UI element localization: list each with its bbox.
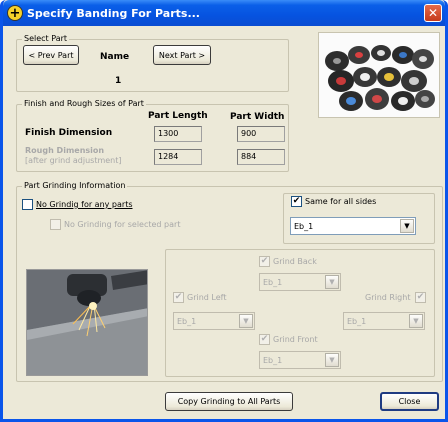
finish-dimension-label: Finish Dimension bbox=[25, 128, 113, 138]
grind-left-checkbox[interactable]: ✔ bbox=[173, 292, 184, 303]
grind-right-select[interactable]: Eb_1 ▼ bbox=[343, 312, 425, 330]
rough-dimension-note: [after grind adjustment] bbox=[25, 156, 122, 165]
copy-grinding-button[interactable]: Copy Grinding to All Parts bbox=[165, 392, 293, 411]
grinding-photo bbox=[26, 269, 148, 376]
grind-front-label: Grind Front bbox=[273, 335, 318, 344]
grinding-photo-graphic bbox=[27, 270, 147, 375]
prev-part-button[interactable]: < Prev Part bbox=[23, 45, 79, 65]
select-part-title: Select Part bbox=[22, 34, 70, 43]
grind-right-label: Grind Right bbox=[365, 293, 411, 302]
grind-front-value: Eb_1 bbox=[263, 355, 283, 365]
window-title: Specify Banding For Parts... bbox=[27, 6, 200, 20]
no-grind-any-checkbox[interactable] bbox=[22, 199, 33, 210]
chevron-down-icon[interactable]: ▼ bbox=[325, 275, 339, 289]
finish-length-field[interactable]: 1300 bbox=[154, 126, 202, 142]
part-number: 1 bbox=[115, 76, 122, 86]
close-window-button[interactable]: ✕ bbox=[424, 4, 442, 22]
app-icon: + bbox=[7, 5, 23, 21]
grind-left-select[interactable]: Eb_1 ▼ bbox=[173, 312, 255, 330]
grind-right-value: Eb_1 bbox=[347, 316, 367, 326]
grinding-title: Part Grinding Information bbox=[22, 181, 128, 190]
grind-front-checkbox[interactable]: ✔ bbox=[259, 334, 270, 345]
rough-dimension-label: Rough Dimension bbox=[25, 146, 105, 155]
name-label: Name bbox=[100, 52, 130, 62]
rough-width-field: 884 bbox=[237, 149, 285, 165]
chevron-down-icon[interactable]: ▼ bbox=[325, 353, 339, 367]
part-length-header: Part Length bbox=[148, 111, 208, 121]
no-grind-any-label[interactable]: No Grindig for any parts bbox=[36, 200, 133, 209]
chevron-down-icon[interactable]: ▼ bbox=[239, 314, 253, 328]
same-all-sides-checkbox[interactable]: ✔ bbox=[291, 196, 302, 207]
same-all-sides-value: Eb_1 bbox=[294, 221, 314, 231]
same-all-sides-label[interactable]: Same for all sides bbox=[305, 197, 376, 206]
close-button[interactable]: Close bbox=[380, 392, 439, 411]
sizes-title: Finish and Rough Sizes of Part bbox=[22, 99, 146, 108]
grind-back-label: Grind Back bbox=[273, 257, 317, 266]
title-bar[interactable]: + Specify Banding For Parts... ✕ bbox=[3, 0, 445, 26]
finish-width-field[interactable]: 900 bbox=[237, 126, 285, 142]
grind-back-checkbox[interactable]: ✔ bbox=[259, 256, 270, 267]
part-width-header: Part Width bbox=[230, 112, 285, 122]
grinding-wheels-image bbox=[318, 32, 440, 118]
dialog-window: + Specify Banding For Parts... ✕ Select … bbox=[0, 0, 448, 422]
rough-length-field: 1284 bbox=[154, 149, 202, 165]
chevron-down-icon[interactable]: ▼ bbox=[400, 219, 414, 233]
grind-front-select[interactable]: Eb_1 ▼ bbox=[259, 351, 341, 369]
next-part-button[interactable]: Next Part > bbox=[153, 45, 211, 65]
grind-left-label: Grind Left bbox=[187, 293, 227, 302]
grinding-wheels-graphic bbox=[325, 45, 435, 111]
no-grind-selected-label: No Grinding for selected part bbox=[64, 220, 181, 229]
grind-back-select[interactable]: Eb_1 ▼ bbox=[259, 273, 341, 291]
grind-left-value: Eb_1 bbox=[177, 316, 197, 326]
same-all-sides-select[interactable]: Eb_1 ▼ bbox=[290, 217, 416, 235]
chevron-down-icon[interactable]: ▼ bbox=[409, 314, 423, 328]
grind-back-value: Eb_1 bbox=[263, 277, 283, 287]
no-grind-selected-checkbox[interactable] bbox=[50, 219, 61, 230]
grind-right-checkbox[interactable]: ✔ bbox=[415, 292, 426, 303]
